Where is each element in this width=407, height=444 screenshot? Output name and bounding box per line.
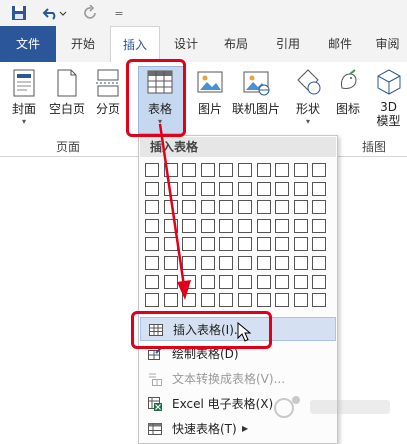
watermark-logo <box>270 386 400 426</box>
annotation-arrow <box>158 123 191 300</box>
mouse-cursor-icon <box>237 322 251 342</box>
